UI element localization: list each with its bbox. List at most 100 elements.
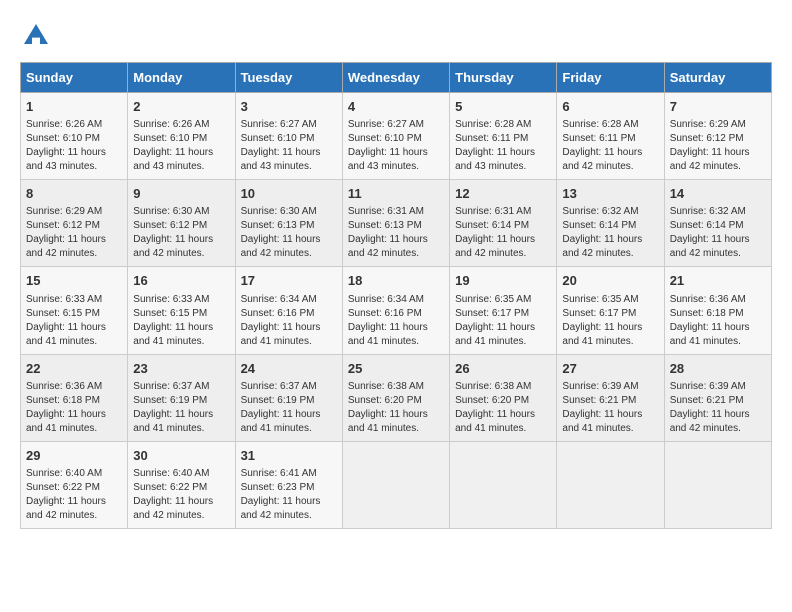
day-info: Sunrise: 6:31 AM Sunset: 6:14 PM Dayligh… <box>455 205 551 261</box>
calendar-cell: 16 Sunrise: 6:33 AM Sunset: 6:15 PM Dayli… <box>128 267 235 354</box>
day-number: 27 <box>562 360 658 378</box>
day-info: Sunrise: 6:33 AM Sunset: 6:15 PM Dayligh… <box>26 293 122 349</box>
calendar-cell: 5Sunrise: 6:28 AM Sunset: 6:11 PM Daylig… <box>450 93 557 180</box>
day-info: Sunrise: 6:27 AM Sunset: 6:10 PM Dayligh… <box>348 118 444 174</box>
column-header-saturday: Saturday <box>664 63 771 93</box>
calendar-cell: 9 Sunrise: 6:30 AM Sunset: 6:12 PM Daylig… <box>128 180 235 267</box>
calendar-cell <box>664 441 771 528</box>
header-row: SundayMondayTuesdayWednesdayThursdayFrid… <box>21 63 772 93</box>
day-info: Sunrise: 6:33 AM Sunset: 6:15 PM Dayligh… <box>133 293 229 349</box>
calendar-cell: 26 Sunrise: 6:38 AM Sunset: 6:20 PM Dayli… <box>450 354 557 441</box>
calendar-cell: 14 Sunrise: 6:32 AM Sunset: 6:14 PM Dayli… <box>664 180 771 267</box>
day-number: 26 <box>455 360 551 378</box>
day-info: Sunrise: 6:35 AM Sunset: 6:17 PM Dayligh… <box>455 293 551 349</box>
day-number: 17 <box>241 272 337 290</box>
header <box>20 20 772 52</box>
day-info: Sunrise: 6:29 AM Sunset: 6:12 PM Dayligh… <box>670 118 766 174</box>
logo <box>20 20 58 52</box>
calendar-cell: 30 Sunrise: 6:40 AM Sunset: 6:22 PM Dayli… <box>128 441 235 528</box>
day-number: 31 <box>241 447 337 465</box>
day-number: 11 <box>348 185 444 203</box>
calendar-cell: 29 Sunrise: 6:40 AM Sunset: 6:22 PM Dayli… <box>21 441 128 528</box>
day-info: Sunrise: 6:30 AM Sunset: 6:12 PM Dayligh… <box>133 205 229 261</box>
calendar-cell: 8 Sunrise: 6:29 AM Sunset: 6:12 PM Daylig… <box>21 180 128 267</box>
calendar-cell: 1 Sunrise: 6:26 AM Sunset: 6:10 PM Daylig… <box>21 93 128 180</box>
day-number: 4 <box>348 98 444 116</box>
day-number: 22 <box>26 360 122 378</box>
day-number: 15 <box>26 272 122 290</box>
calendar-cell: 10Sunrise: 6:30 AM Sunset: 6:13 PM Dayli… <box>235 180 342 267</box>
column-header-friday: Friday <box>557 63 664 93</box>
calendar-cell: 19 Sunrise: 6:35 AM Sunset: 6:17 PM Dayli… <box>450 267 557 354</box>
calendar-cell <box>450 441 557 528</box>
day-info: Sunrise: 6:40 AM Sunset: 6:22 PM Dayligh… <box>26 467 122 523</box>
day-info: Sunrise: 6:38 AM Sunset: 6:20 PM Dayligh… <box>455 380 551 436</box>
calendar-cell: 6Sunrise: 6:28 AM Sunset: 6:11 PM Daylig… <box>557 93 664 180</box>
day-info: Sunrise: 6:37 AM Sunset: 6:19 PM Dayligh… <box>241 380 337 436</box>
calendar-week-4: 22 Sunrise: 6:36 AM Sunset: 6:18 PM Dayli… <box>21 354 772 441</box>
day-number: 23 <box>133 360 229 378</box>
calendar-cell: 18Sunrise: 6:34 AM Sunset: 6:16 PM Dayli… <box>342 267 449 354</box>
calendar-cell: 2Sunrise: 6:26 AM Sunset: 6:10 PM Daylig… <box>128 93 235 180</box>
day-info: Sunrise: 6:28 AM Sunset: 6:11 PM Dayligh… <box>562 118 658 174</box>
day-number: 28 <box>670 360 766 378</box>
calendar-cell: 17 Sunrise: 6:34 AM Sunset: 6:16 PM Dayli… <box>235 267 342 354</box>
day-info: Sunrise: 6:31 AM Sunset: 6:13 PM Dayligh… <box>348 205 444 261</box>
column-header-wednesday: Wednesday <box>342 63 449 93</box>
calendar-table: SundayMondayTuesdayWednesdayThursdayFrid… <box>20 62 772 529</box>
day-number: 20 <box>562 272 658 290</box>
calendar-week-1: 1 Sunrise: 6:26 AM Sunset: 6:10 PM Daylig… <box>21 93 772 180</box>
day-info: Sunrise: 6:26 AM Sunset: 6:10 PM Dayligh… <box>26 118 122 174</box>
day-number: 13 <box>562 185 658 203</box>
column-header-sunday: Sunday <box>21 63 128 93</box>
day-info: Sunrise: 6:39 AM Sunset: 6:21 PM Dayligh… <box>670 380 766 436</box>
logo-icon <box>20 20 52 52</box>
day-info: Sunrise: 6:40 AM Sunset: 6:22 PM Dayligh… <box>133 467 229 523</box>
day-info: Sunrise: 6:41 AM Sunset: 6:23 PM Dayligh… <box>241 467 337 523</box>
day-number: 9 <box>133 185 229 203</box>
day-number: 29 <box>26 447 122 465</box>
calendar-cell: 20 Sunrise: 6:35 AM Sunset: 6:17 PM Dayli… <box>557 267 664 354</box>
day-number: 3 <box>241 98 337 116</box>
day-number: 30 <box>133 447 229 465</box>
day-info: Sunrise: 6:36 AM Sunset: 6:18 PM Dayligh… <box>26 380 122 436</box>
calendar-cell <box>342 441 449 528</box>
day-info: Sunrise: 6:30 AM Sunset: 6:13 PM Dayligh… <box>241 205 337 261</box>
day-info: Sunrise: 6:32 AM Sunset: 6:14 PM Dayligh… <box>562 205 658 261</box>
day-info: Sunrise: 6:39 AM Sunset: 6:21 PM Dayligh… <box>562 380 658 436</box>
calendar-cell: 12Sunrise: 6:31 AM Sunset: 6:14 PM Dayli… <box>450 180 557 267</box>
day-info: Sunrise: 6:32 AM Sunset: 6:14 PM Dayligh… <box>670 205 766 261</box>
column-header-monday: Monday <box>128 63 235 93</box>
day-number: 19 <box>455 272 551 290</box>
day-info: Sunrise: 6:28 AM Sunset: 6:11 PM Dayligh… <box>455 118 551 174</box>
day-number: 8 <box>26 185 122 203</box>
calendar-cell: 23 Sunrise: 6:37 AM Sunset: 6:19 PM Dayli… <box>128 354 235 441</box>
calendar-cell: 28 Sunrise: 6:39 AM Sunset: 6:21 PM Dayli… <box>664 354 771 441</box>
day-number: 21 <box>670 272 766 290</box>
day-info: Sunrise: 6:35 AM Sunset: 6:17 PM Dayligh… <box>562 293 658 349</box>
day-number: 18 <box>348 272 444 290</box>
column-header-thursday: Thursday <box>450 63 557 93</box>
day-number: 1 <box>26 98 122 116</box>
calendar-week-3: 15 Sunrise: 6:33 AM Sunset: 6:15 PM Dayli… <box>21 267 772 354</box>
calendar-cell: 15 Sunrise: 6:33 AM Sunset: 6:15 PM Dayli… <box>21 267 128 354</box>
calendar-cell: 7 Sunrise: 6:29 AM Sunset: 6:12 PM Daylig… <box>664 93 771 180</box>
calendar-cell <box>557 441 664 528</box>
calendar-week-5: 29 Sunrise: 6:40 AM Sunset: 6:22 PM Dayli… <box>21 441 772 528</box>
calendar-cell: 3 Sunrise: 6:27 AM Sunset: 6:10 PM Daylig… <box>235 93 342 180</box>
day-info: Sunrise: 6:29 AM Sunset: 6:12 PM Dayligh… <box>26 205 122 261</box>
calendar-cell: 25Sunrise: 6:38 AM Sunset: 6:20 PM Dayli… <box>342 354 449 441</box>
day-info: Sunrise: 6:37 AM Sunset: 6:19 PM Dayligh… <box>133 380 229 436</box>
calendar-cell: 24Sunrise: 6:37 AM Sunset: 6:19 PM Dayli… <box>235 354 342 441</box>
day-number: 16 <box>133 272 229 290</box>
calendar-cell: 31 Sunrise: 6:41 AM Sunset: 6:23 PM Dayli… <box>235 441 342 528</box>
day-info: Sunrise: 6:27 AM Sunset: 6:10 PM Dayligh… <box>241 118 337 174</box>
calendar-cell: 22 Sunrise: 6:36 AM Sunset: 6:18 PM Dayli… <box>21 354 128 441</box>
day-number: 2 <box>133 98 229 116</box>
day-number: 7 <box>670 98 766 116</box>
day-info: Sunrise: 6:34 AM Sunset: 6:16 PM Dayligh… <box>241 293 337 349</box>
calendar-cell: 4 Sunrise: 6:27 AM Sunset: 6:10 PM Daylig… <box>342 93 449 180</box>
day-number: 14 <box>670 185 766 203</box>
day-info: Sunrise: 6:38 AM Sunset: 6:20 PM Dayligh… <box>348 380 444 436</box>
calendar-header: SundayMondayTuesdayWednesdayThursdayFrid… <box>21 63 772 93</box>
